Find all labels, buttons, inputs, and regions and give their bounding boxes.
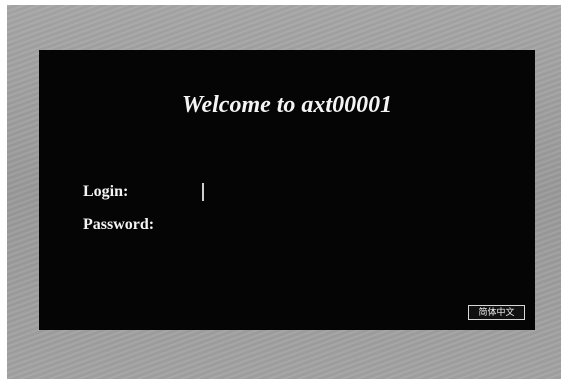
password-label: Password: [83, 216, 155, 233]
text-cursor [202, 183, 204, 201]
password-input[interactable] [194, 213, 394, 235]
screen-background: Welcome to axt00001 Login: Password: 简体中… [7, 5, 561, 379]
login-panel: Welcome to axt00001 Login: Password: 简体中… [39, 50, 535, 330]
welcome-title: Welcome to axt00001 [181, 92, 393, 118]
login-label: Login: [83, 183, 129, 200]
language-button[interactable]: 简体中文 [468, 305, 525, 320]
login-input[interactable] [194, 180, 394, 202]
